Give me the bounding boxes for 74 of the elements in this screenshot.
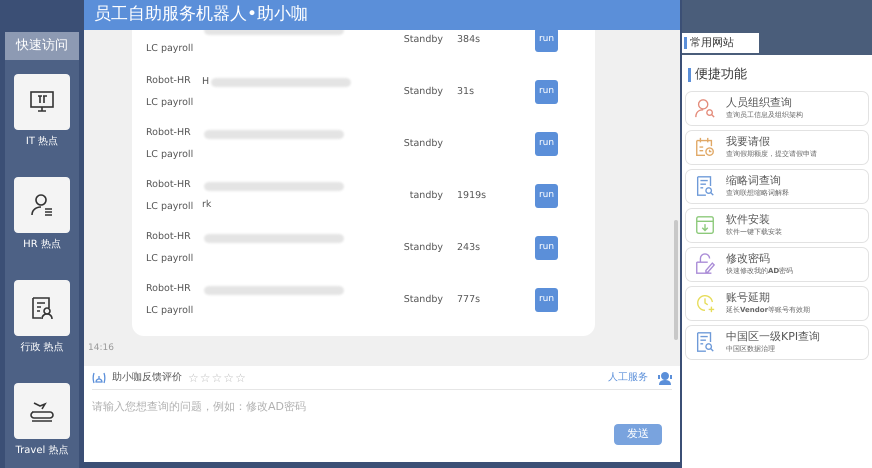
process-name: LC payroll (146, 252, 194, 266)
quick-access-tile[interactable] (14, 280, 70, 336)
robot-icon (92, 372, 106, 384)
robot-name: Robot-HR (146, 230, 192, 244)
detail-text: rk (202, 198, 212, 212)
monitor-icon (29, 90, 55, 114)
download-box-icon (694, 214, 716, 236)
status-text: Standby (402, 240, 444, 255)
status-text: Standby (402, 136, 444, 151)
robot-name: Robot-HR (146, 74, 192, 88)
document-person-icon (30, 296, 54, 320)
duration-text: 1919s (457, 188, 488, 203)
robot-name: Robot-HR (146, 126, 192, 140)
shortcut-title: 人员组织查询 (726, 96, 793, 110)
duration-text: 31s (457, 84, 476, 99)
status-text: tandby (408, 188, 444, 203)
status-text: Standby (402, 32, 444, 47)
shortcut-title: 缩略词查询 (726, 174, 782, 188)
send-button[interactable]: 发送 (614, 424, 662, 445)
question-input[interactable]: 请输入您想查询的问题，例如：修改AD密码 (92, 396, 672, 416)
header-bar: 员工自助服务机器人•助小咖 (84, 0, 680, 30)
site-tab-label: 常用网站 (690, 34, 734, 51)
run-button[interactable]: run (535, 236, 558, 260)
quick-access-label: 行政 热点 (20, 340, 64, 354)
human-service-link[interactable]: 人工服务 (608, 370, 648, 385)
calendar-clock-icon (694, 136, 716, 158)
quick-access-label: Travel 热点 (16, 444, 68, 458)
lock-edit-icon (694, 253, 716, 275)
run-button[interactable]: run (535, 30, 558, 52)
scrollbar-thumb[interactable] (674, 220, 678, 340)
run-button[interactable]: run (535, 132, 558, 156)
clock-plus-icon (694, 292, 716, 314)
process-name: LC payroll (146, 96, 194, 110)
person-search-icon (694, 97, 716, 119)
status-text: Standby (402, 292, 444, 307)
process-name: LC payroll (146, 42, 194, 56)
detail-text: H (202, 75, 210, 90)
run-button[interactable]: run (535, 288, 558, 312)
duration-text: 777s (457, 292, 482, 307)
quick-access-tile[interactable] (14, 382, 70, 438)
message-time: 14:16 (88, 342, 115, 355)
shortcut-title: 软件安装 (726, 212, 771, 226)
status-text: Standby (402, 84, 444, 99)
duration-text: 243s (457, 240, 482, 255)
star-icon[interactable]: ☆ (235, 372, 246, 384)
quick-access-tile[interactable] (14, 74, 70, 130)
shortcut-title: 修改密码 (726, 252, 771, 266)
quick-access-label: IT 热点 (26, 134, 58, 148)
robot-name: Robot-HR (146, 282, 192, 296)
person-list-icon (30, 192, 54, 216)
document-search-icon (694, 331, 716, 353)
section-title: 便捷功能 (695, 66, 747, 84)
star-icon[interactable]: ☆ (188, 372, 199, 384)
process-name: LC payroll (146, 304, 194, 318)
quick-access-label: HR 热点 (23, 238, 61, 252)
quick-access-tile[interactable] (14, 176, 70, 232)
agent-icon[interactable] (658, 370, 672, 384)
feedback-label: 助小咖反馈评价 (112, 370, 182, 385)
shortcut-title: 中国区一级KPI查询 (726, 330, 820, 344)
document-search-icon (694, 175, 716, 197)
star-icon[interactable]: ☆ (200, 372, 211, 384)
shortcut-title: 账号延期 (726, 290, 771, 304)
star-icon[interactable]: ☆ (223, 372, 234, 384)
run-button[interactable]: run (535, 80, 558, 104)
rating-stars[interactable]: ☆☆☆☆☆ (188, 372, 246, 384)
duration-text: 384s (457, 32, 482, 47)
star-icon[interactable]: ☆ (212, 372, 222, 384)
process-name: LC payroll (146, 148, 194, 162)
process-name: LC payroll (146, 200, 194, 214)
run-button[interactable]: run (535, 184, 558, 208)
sidebar-title: 快速访问 (5, 32, 79, 60)
shortcut-title: 我要请假 (726, 134, 771, 148)
robot-name: Robot-HR (146, 178, 192, 192)
site-tab[interactable]: 常用网站 (682, 33, 759, 53)
